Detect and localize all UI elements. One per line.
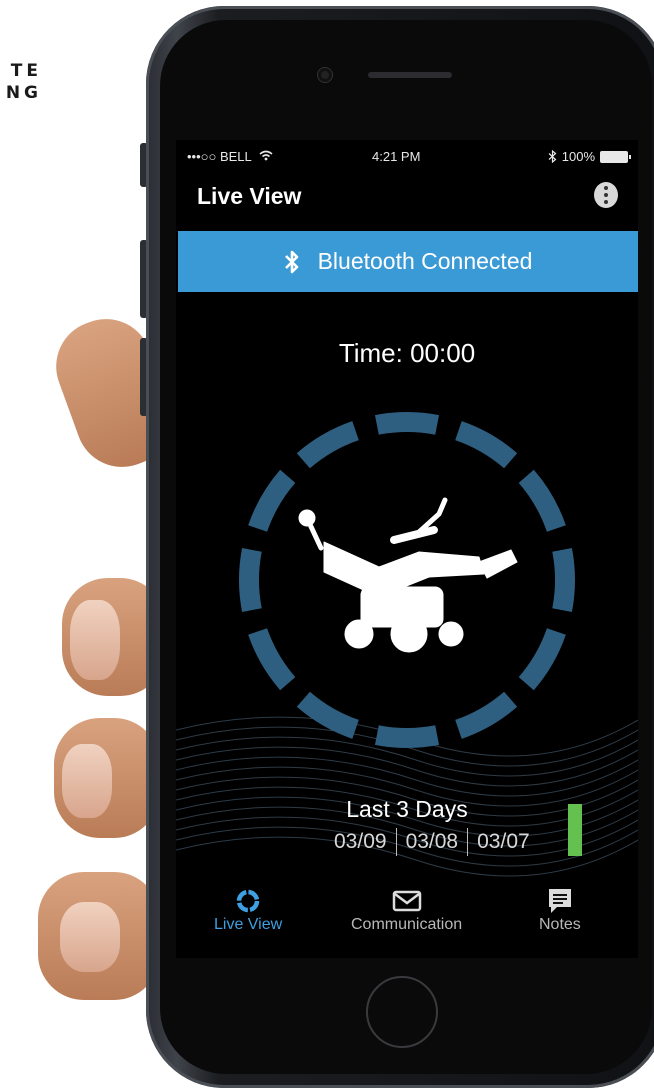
tab-label: Notes [539,916,581,933]
session-timer: Time: 00:00 [338,338,476,368]
tab-label: Communication [351,916,463,933]
page-title: Live View [197,183,302,209]
home-button[interactable] [366,976,438,1048]
gauge-segment [552,547,575,613]
wifi-icon [259,150,273,161]
gauge-segment [296,421,360,469]
date-divider [395,828,397,856]
kebab-menu-icon[interactable] [594,182,618,208]
tab-communication[interactable]: Communication [351,886,462,934]
tab-live-view[interactable]: Live View [214,886,282,934]
fingernail [60,902,120,972]
carrier-signal: •••○○ BELL [187,149,273,164]
notes-icon [548,889,571,913]
gauge-segment [239,547,262,613]
status-indicator-bar [568,804,582,856]
phone-screen: •••○○ BELL 4:21 PM 100% Live View Blueto… [176,140,638,958]
history-date[interactable]: 03/07 [477,830,530,854]
history-date[interactable]: 03/09 [334,830,387,854]
envelope-icon [392,890,421,912]
earpiece-speaker [368,72,452,78]
tab-label: Live View [214,916,283,933]
brand-line-1: TE [10,61,42,81]
history-dates: 03/09 03/08 03/07 [334,828,530,856]
brand-line-2: NG [5,83,42,103]
gauge-segment [248,469,296,533]
bluetooth-icon [548,150,557,163]
gauge-segment [454,421,518,469]
battery-percent: 100% [561,149,595,164]
fingernail [70,600,120,680]
ring-icon [236,889,260,913]
date-divider [467,828,469,856]
power-wheelchair-icon [298,497,518,653]
gauge-segment [296,691,360,739]
tilt-gauge [239,412,575,748]
brand-logo-text: TE NG [0,60,42,104]
bluetooth-status-banner: Bluetooth Connected [178,231,638,292]
bluetooth-status-label: Bluetooth Connected [317,248,533,274]
bottom-tab-bar: Live View Communication Notes [176,878,638,958]
status-time: 4:21 PM [372,149,421,164]
battery-icon [600,150,631,163]
history-date[interactable]: 03/08 [406,830,459,854]
fingernail [62,744,112,818]
gauge-segment [374,725,440,748]
battery-status: 100% [548,149,631,164]
front-camera [318,68,332,82]
tab-notes[interactable]: Notes [539,886,581,934]
bluetooth-icon [284,250,298,273]
gauge-segment [248,627,296,691]
status-bar: •••○○ BELL 4:21 PM 100% [176,140,638,176]
gauge-segment [374,412,440,435]
gauge-segment [518,627,566,691]
gauge-segment [454,691,518,739]
gauge-segment [518,469,566,533]
